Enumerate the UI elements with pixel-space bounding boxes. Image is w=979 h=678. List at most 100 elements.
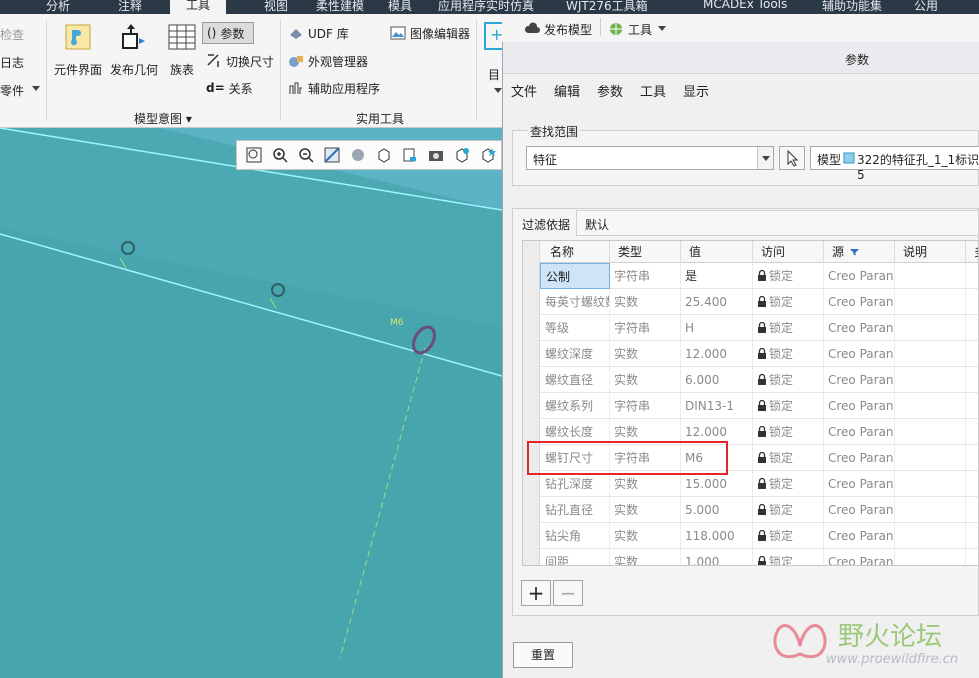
- cell-description: [895, 497, 966, 523]
- cell-value[interactable]: 5.000: [681, 497, 753, 523]
- tab-mcadex-tools[interactable]: MCADEx Tools: [703, 0, 787, 11]
- zoom-in-button[interactable]: [269, 145, 291, 165]
- table-row[interactable]: 螺纹深度 实数 12.000 锁定 Creo Paran: [523, 341, 978, 367]
- cell-value[interactable]: 1.000: [681, 549, 753, 565]
- table-row[interactable]: 螺纹系列 字符串 DIN13-1 锁定 Creo Paran: [523, 393, 978, 419]
- column-source[interactable]: 源: [824, 241, 895, 263]
- switch-dimensions-button[interactable]: 切换尺寸: [206, 50, 274, 72]
- tab-view[interactable]: 视图: [264, 0, 288, 14]
- display-style-button[interactable]: [347, 145, 369, 165]
- table-row[interactable]: 等级 字符串 H 锁定 Creo Paran: [523, 315, 978, 341]
- table-row[interactable]: 每英寸螺纹数 实数 25.400 锁定 Creo Paran: [523, 289, 978, 315]
- chevron-down-icon: [494, 88, 502, 93]
- column-name[interactable]: 名称: [540, 241, 610, 263]
- cell-value[interactable]: 是: [681, 263, 753, 289]
- relations-label: 关系: [228, 81, 253, 96]
- tab-tools[interactable]: 工具: [170, 0, 227, 14]
- log-item[interactable]: 日志: [0, 54, 24, 71]
- reset-button[interactable]: 重置: [513, 642, 573, 668]
- udf-library-button[interactable]: UDF 库: [288, 22, 349, 44]
- lock-icon: [758, 374, 766, 385]
- table-row[interactable]: 钻孔直径 实数 5.000 锁定 Creo Paran: [523, 497, 978, 523]
- cloud-icon: [524, 22, 540, 33]
- table-row[interactable]: 螺纹直径 实数 6.000 锁定 Creo Paran: [523, 367, 978, 393]
- view-manager-button[interactable]: [399, 145, 421, 165]
- perspective-button[interactable]: [425, 145, 447, 165]
- access-label: 锁定: [769, 399, 794, 413]
- graphics-viewport[interactable]: M6: [0, 128, 502, 678]
- parameters-button[interactable]: () 参数: [202, 22, 254, 44]
- menu-display[interactable]: 显示: [683, 81, 709, 100]
- tab-wjt276-toolbox[interactable]: WJT276工具箱: [566, 0, 648, 14]
- column-description[interactable]: 说明: [895, 241, 966, 263]
- cell-name[interactable]: 公制: [540, 263, 610, 289]
- cell-name[interactable]: 每英寸螺纹数: [540, 289, 610, 315]
- cell-value[interactable]: DIN13-1: [681, 393, 753, 419]
- cell-type: 实数: [610, 497, 681, 523]
- auxiliary-apps-button[interactable]: 辅助应用程序: [288, 77, 380, 99]
- cell-name[interactable]: 螺纹系列: [540, 393, 610, 419]
- cell-value[interactable]: H: [681, 315, 753, 341]
- partial-tool-button[interactable]: +: [484, 22, 503, 50]
- table-row[interactable]: 公制 字符串是 锁定 Creo Paran: [523, 263, 978, 289]
- tab-mold[interactable]: 模具: [388, 0, 412, 14]
- filter-select[interactable]: 默认: [576, 210, 979, 236]
- spin-center-button[interactable]: [451, 145, 473, 165]
- annotation-display-button[interactable]: [477, 145, 499, 165]
- menu-file[interactable]: 文件: [511, 81, 537, 100]
- cell-value[interactable]: 118.000: [681, 523, 753, 549]
- part-item[interactable]: 零件: [0, 82, 24, 99]
- column-access[interactable]: 访问: [753, 241, 824, 263]
- cell-name[interactable]: 等级: [540, 315, 610, 341]
- header-corner: [523, 241, 540, 263]
- cell-name[interactable]: 间距: [540, 549, 610, 565]
- menu-parameters[interactable]: 参数: [597, 81, 623, 100]
- tab-app-simulation[interactable]: 应用程序实时仿真: [438, 0, 534, 14]
- select-pointer-button[interactable]: [779, 146, 805, 170]
- publish-model-button[interactable]: 发布模型: [524, 18, 592, 40]
- appearance-manager-button[interactable]: 外观管理器: [288, 50, 368, 72]
- remove-parameter-button[interactable]: −: [553, 580, 583, 606]
- cell-access: 锁定: [753, 393, 824, 419]
- row-header-cell: [523, 315, 540, 341]
- dialog-title-bar[interactable]: 参数: [503, 42, 979, 74]
- saved-orientations-button[interactable]: [373, 145, 395, 165]
- column-value[interactable]: 值: [681, 241, 753, 263]
- tab-annotate[interactable]: 注释: [118, 0, 142, 14]
- tab-accessibility[interactable]: 辅助功能集: [822, 0, 882, 14]
- repaint-button[interactable]: [321, 145, 343, 165]
- cell-name[interactable]: 钻孔直径: [540, 497, 610, 523]
- menu-tools[interactable]: 工具: [640, 81, 666, 100]
- group-model-intent[interactable]: 模型意图 ▾: [134, 110, 192, 127]
- add-parameter-button[interactable]: +: [521, 580, 551, 606]
- cell-value[interactable]: 6.000: [681, 367, 753, 393]
- publish-geometry-button[interactable]: 发布几何: [108, 22, 160, 78]
- family-table-button[interactable]: 族表: [164, 22, 200, 78]
- component-interface-button[interactable]: 元件界面: [52, 22, 104, 78]
- tab-flexible-modeling[interactable]: 柔性建模: [316, 0, 364, 14]
- tools-dropdown-button[interactable]: 工具: [608, 18, 667, 40]
- column-type[interactable]: 类型: [610, 241, 681, 263]
- model-field[interactable]: 模型 322的特征孔_1_1标识5: [810, 146, 979, 182]
- tab-common[interactable]: 公用: [914, 0, 938, 14]
- cell-value[interactable]: 12.000: [681, 341, 753, 367]
- lookin-select[interactable]: 特征: [526, 146, 774, 170]
- table-row[interactable]: 钻尖角 实数 118.000 锁定 Creo Paran: [523, 523, 978, 549]
- menu-edit[interactable]: 编辑: [554, 81, 580, 100]
- cell-name[interactable]: 螺纹深度: [540, 341, 610, 367]
- filter-funnel-icon: [849, 249, 859, 256]
- table-row[interactable]: 间距 实数 1.000 锁定 Creo Paran: [523, 549, 978, 565]
- check-item[interactable]: 检查: [0, 26, 24, 43]
- relations-button[interactable]: d= 关系: [206, 77, 253, 99]
- refit-button[interactable]: [243, 145, 265, 165]
- cell-name[interactable]: 钻尖角: [540, 523, 610, 549]
- cell-source: Creo Paran: [824, 315, 895, 341]
- tab-analysis[interactable]: 分析: [46, 0, 70, 14]
- cell-value[interactable]: 25.400: [681, 289, 753, 315]
- spin-center-icon: [456, 148, 469, 163]
- cell-access: 锁定: [753, 523, 824, 549]
- image-editor-button[interactable]: 图像编辑器: [390, 22, 470, 44]
- cell-name[interactable]: 螺纹直径: [540, 367, 610, 393]
- column-more[interactable]: 多: [966, 241, 978, 263]
- zoom-out-button[interactable]: [295, 145, 317, 165]
